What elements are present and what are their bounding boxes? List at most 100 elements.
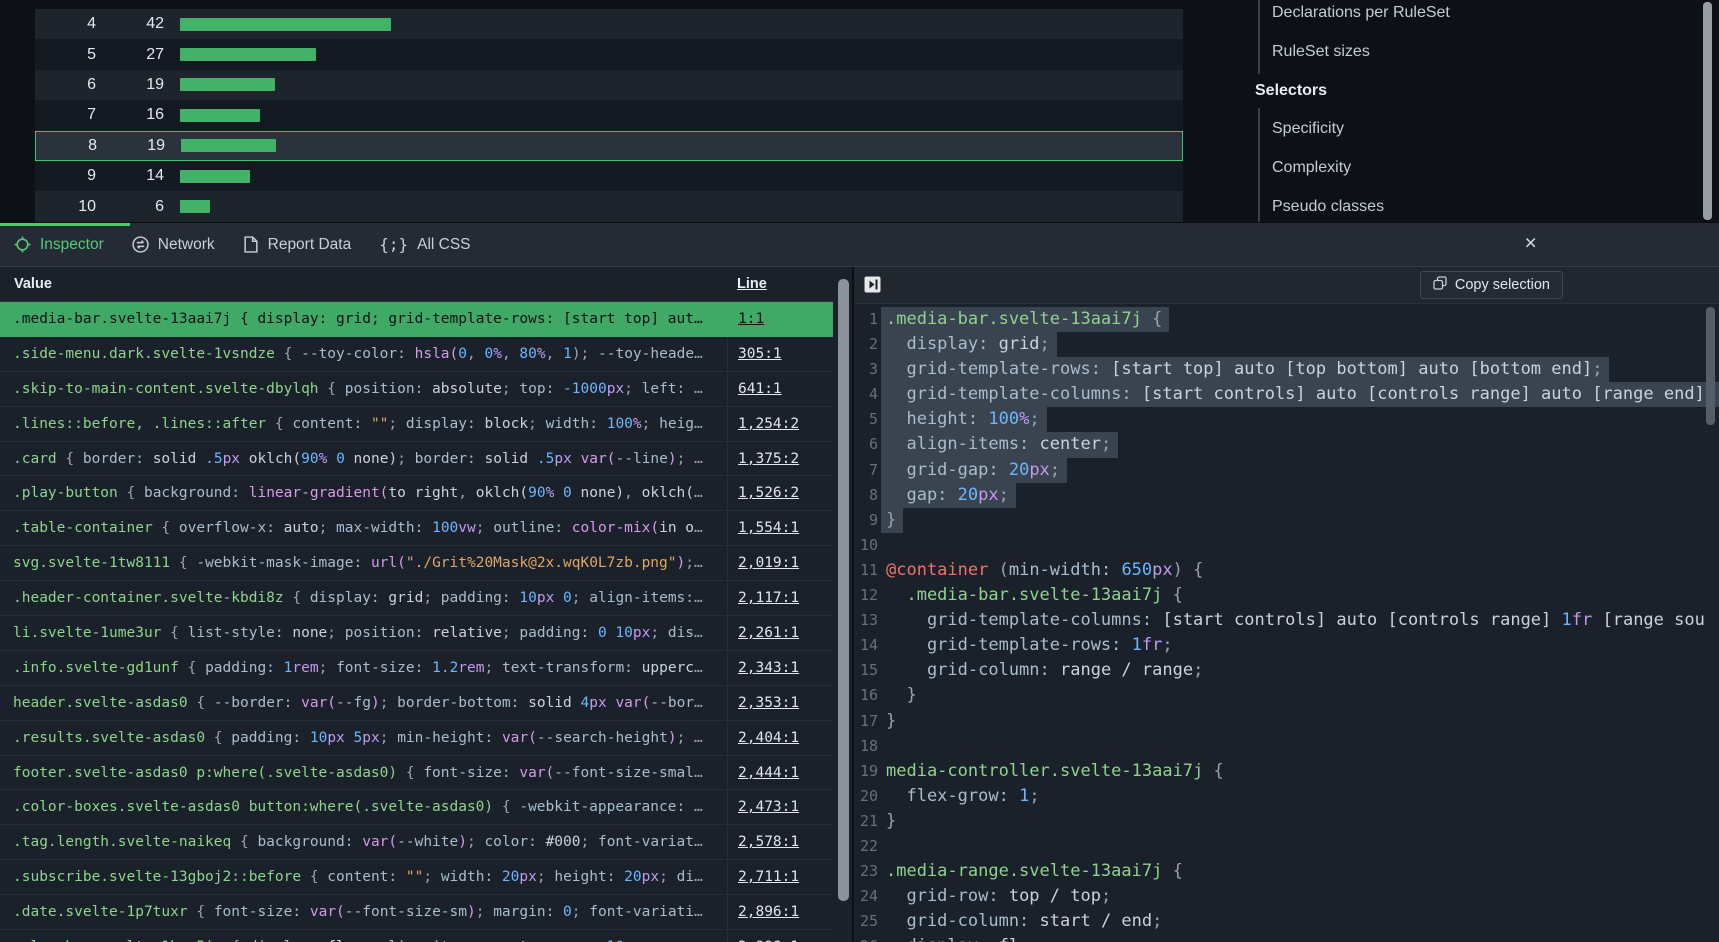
table-row[interactable]: .skip-to-main-content.svelte-dbylqh { po… [0, 372, 833, 407]
table-row[interactable]: footer.svelte-asdas0 p:where(.svelte-asd… [0, 756, 833, 791]
sidebar-item-declarations-per-ruleset[interactable]: Declarations per RuleSet [1243, 0, 1719, 33]
code-line: 7 grid-gap: 20px; [854, 458, 1719, 483]
line-link[interactable]: 1,254:2 [738, 416, 799, 432]
code-line: 23.media-range.svelte-13aai7j { [854, 859, 1719, 884]
sidebar-item-selectors[interactable]: Selectors [1243, 72, 1719, 111]
line-link[interactable]: 2,261:1 [738, 625, 799, 641]
line-link[interactable]: 2,117:1 [738, 590, 799, 606]
copy-selection-button[interactable]: Copy selection [1420, 271, 1563, 299]
line-link[interactable]: 1,526:2 [738, 485, 799, 501]
css-token: ; [572, 904, 589, 920]
table-row[interactable]: .play-button { background: linear-gradie… [0, 476, 833, 511]
sidebar-tree-rule [1258, 108, 1260, 222]
css-token: margin: [493, 904, 554, 920]
css-token: svg.svelte-1tw8111 [13, 555, 170, 571]
line-link[interactable]: 2,353:1 [738, 695, 799, 711]
row-value: .media-bar.svelte-13aai7j { display: gri… [0, 302, 727, 336]
css-token: { [179, 660, 205, 676]
css-token: in o [659, 520, 694, 536]
chart-row[interactable]: 619 [35, 70, 1183, 100]
css-token: … [694, 311, 703, 327]
code-line: 26 display: fl [854, 934, 1719, 942]
row-line-cell: 1,526:2 [727, 476, 833, 510]
line-link[interactable]: 641:1 [738, 381, 782, 397]
tab-report-data[interactable]: Report Data [243, 236, 352, 254]
table-row[interactable]: .header-container.svelte-kbdi8z { displa… [0, 581, 833, 616]
tab-all-css[interactable]: {;}All CSS [379, 236, 470, 254]
line-link[interactable]: 2,404:1 [738, 730, 799, 746]
chart-row[interactable]: 106 [35, 191, 1183, 221]
css-token: [start controls] auto [controls range] [1152, 610, 1561, 630]
tab-inspector[interactable]: Inspector [14, 236, 104, 254]
css-token: background: [257, 834, 353, 850]
code-scrollbar-thumb[interactable] [1706, 307, 1715, 425]
chart-row[interactable]: 819 [35, 131, 1183, 161]
chart-row[interactable]: 527 [35, 39, 1183, 69]
css-token: … [694, 520, 703, 536]
close-icon[interactable]: ✕ [1524, 233, 1537, 253]
chart-row[interactable]: 914 [35, 161, 1183, 191]
chart-row[interactable]: 442 [35, 9, 1183, 39]
css-token: { [1142, 309, 1162, 329]
chart-row[interactable]: 716 [35, 100, 1183, 130]
line-link[interactable]: 2,473:1 [738, 799, 799, 815]
table-row[interactable]: .media-bar.svelte-13aai7j { display: gri… [0, 302, 833, 337]
chart-row-value: 6 [96, 198, 164, 216]
css-token: … [694, 625, 703, 641]
panel-toggle-icon[interactable] [864, 276, 881, 293]
css-token: … [694, 451, 703, 467]
code-line: 11@container (min-width: 650px) { [854, 558, 1719, 583]
css-token: dis [668, 625, 694, 641]
sidebar-item-complexity[interactable]: Complexity [1243, 149, 1719, 188]
line-link[interactable]: 305:1 [738, 346, 782, 362]
line-link[interactable]: 2,343:1 [738, 660, 799, 676]
code-text: grid-column: range / range; [886, 658, 1203, 683]
table-row[interactable]: header.svelte-asdas0 { --border: var(--f… [0, 686, 833, 721]
table-row[interactable]: .table-container { overflow-x: auto; max… [0, 511, 833, 546]
line-link[interactable]: 2,019:1 [738, 555, 799, 571]
table-row[interactable]: .subscribe.svelte-13gboj2::before { cont… [0, 860, 833, 895]
sidebar-item-specificity[interactable]: Specificity [1243, 110, 1719, 149]
line-link[interactable]: 2,444:1 [738, 765, 799, 781]
css-token: 0 [554, 904, 571, 920]
table-row[interactable]: .side-menu.dark.svelte-1vsndze { --toy-c… [0, 337, 833, 372]
css-token: fr [1572, 610, 1592, 630]
chart-bar [180, 109, 260, 122]
sidebar-item-pseudo-classes[interactable]: Pseudo classes [1243, 188, 1719, 227]
line-link[interactable]: 2,578:1 [738, 834, 799, 850]
line-link[interactable]: 1,554:1 [738, 520, 799, 536]
tab-network[interactable]: Network [132, 236, 215, 254]
line-link[interactable]: 2,896:1 [738, 904, 799, 920]
css-token: ) [467, 904, 476, 920]
code-text: grid-gap: 20px; [881, 458, 1067, 483]
css-token: grid-column: [886, 660, 1050, 680]
css-token: ; [528, 416, 545, 432]
css-token: { [266, 416, 292, 432]
table-row[interactable]: .card { border: solid .5px oklch(90% 0 n… [0, 442, 833, 477]
table-row[interactable]: .results.svelte-asdas0 { padding: 10px 5… [0, 721, 833, 756]
line-column-header[interactable]: Line [737, 276, 767, 292]
row-line-cell: 1,554:1 [727, 511, 833, 545]
line-link[interactable]: 2,711:1 [738, 869, 799, 885]
table-row[interactable]: svg.svelte-1tw8111 { -webkit-mask-image:… [0, 546, 833, 581]
table-row[interactable]: .date.svelte-1p7tuxr { font-size: var(--… [0, 895, 833, 930]
line-number: 23 [854, 859, 878, 884]
code-line: 3 grid-template-rows: [start top] auto [… [854, 357, 1719, 382]
sidebar-item-ruleset-sizes[interactable]: RuleSet sizes [1243, 33, 1719, 72]
table-scrollbar-thumb[interactable] [838, 279, 849, 901]
css-token: content: [327, 869, 397, 885]
table-row[interactable]: .tag.length.svelte-naikeq { background: … [0, 825, 833, 860]
css-token: #000 [537, 834, 581, 850]
page-scrollbar-thumb[interactable] [1703, 2, 1712, 220]
table-row[interactable]: li.svelte-1ume3ur { list-style: none; po… [0, 616, 833, 651]
css-token: 0 [554, 485, 571, 501]
table-row[interactable]: .color-boxes.svelte-asdas0 button:where(… [0, 790, 833, 825]
css-token: { [319, 381, 345, 397]
code-text: } [886, 709, 896, 734]
table-row[interactable]: .lines::before, .lines::after { content:… [0, 407, 833, 442]
table-row[interactable]: .info.svelte-gd1unf { padding: 1rem; fon… [0, 651, 833, 686]
line-link[interactable]: 1,375:2 [738, 451, 799, 467]
line-link[interactable]: 1:1 [738, 311, 764, 327]
css-token: 20 [493, 869, 519, 885]
table-row[interactable]: .play-bar.svelte-1hgw5iq { display: flex… [0, 930, 833, 942]
